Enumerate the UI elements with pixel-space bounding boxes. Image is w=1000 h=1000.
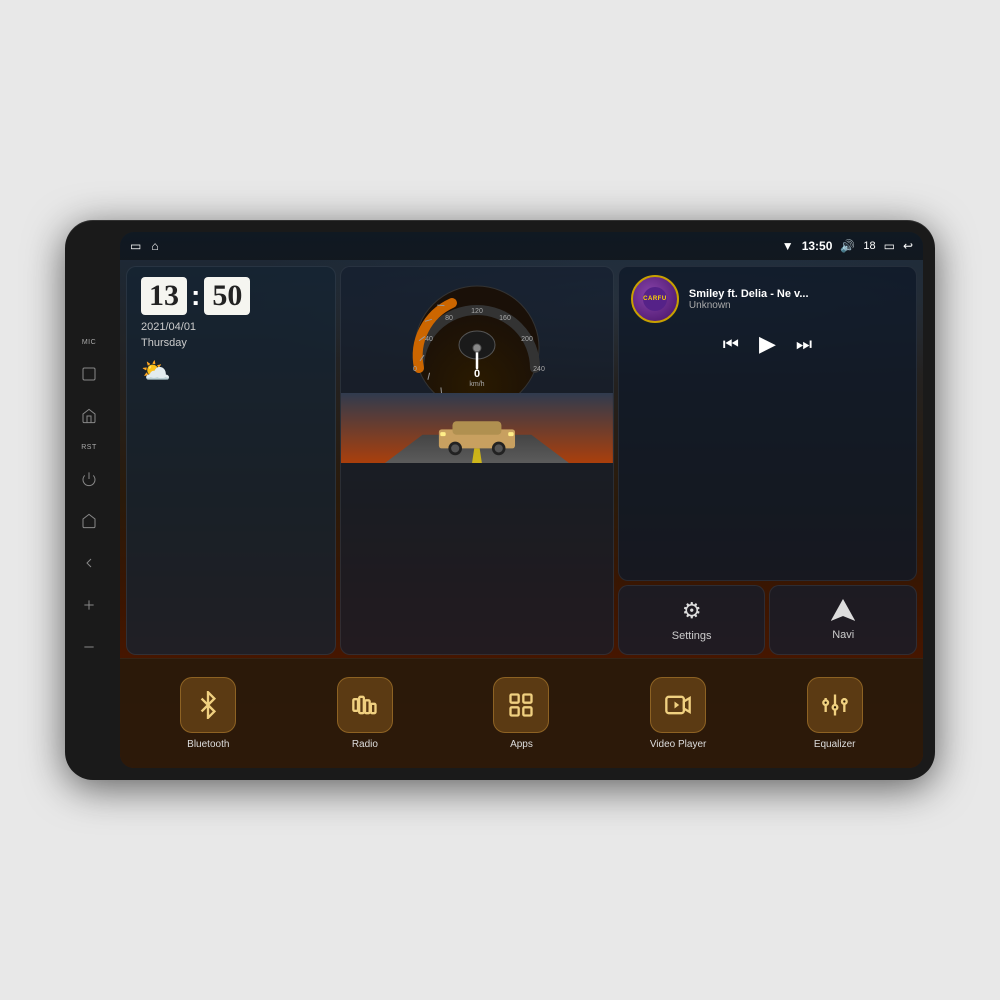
weather-icon: ⛅ [141,357,171,386]
clock-date: 2021/04/01 [141,321,321,333]
rst-label: RST [81,444,97,451]
navi-label: Navi [832,629,854,641]
home-btn[interactable] [75,402,103,430]
album-art: CARFU [631,275,679,323]
back-btn[interactable] [75,549,103,577]
radio-button[interactable]: Radio [287,677,444,750]
carfu-label: CARFU [643,296,667,302]
settings-icon: ⚙ [682,598,702,624]
music-area: CARFU Smiley ft. Delia - Ne v... Unknown… [618,266,917,655]
clock-hour: 13 [141,277,187,315]
radio-icon [351,691,379,719]
music-widget: CARFU Smiley ft. Delia - Ne v... Unknown… [618,266,917,581]
video-player-label: Video Player [650,739,707,750]
vol-up-btn[interactable] [75,591,103,619]
svg-text:km/h: km/h [469,381,484,388]
status-bar: ▭ ⌂ ▼ 13:50 🔊 18 ▭ ↩ [120,232,923,260]
recent-apps-icon[interactable]: ▭ [130,239,141,253]
main-content: 13 : 50 2021/04/01 Thursday ⛅ [120,260,923,768]
volume-level: 18 [863,240,875,252]
play-button[interactable]: ▶ [759,331,776,357]
bottom-bar: Bluetooth Radio [120,658,923,768]
clock-separator: : [191,280,200,312]
prev-button[interactable]: ⏮ [723,334,739,355]
screen: ▭ ⌂ ▼ 13:50 🔊 18 ▭ ↩ 13 : [120,232,923,768]
svg-text:80: 80 [445,315,453,322]
power-btn[interactable] [75,465,103,493]
clock-weather: ⛅ [141,357,321,386]
svg-text:120: 120 [471,308,483,315]
video-icon [664,691,692,719]
bluetooth-label: Bluetooth [187,739,229,750]
music-info: CARFU Smiley ft. Delia - Ne v... Unknown [631,275,904,323]
wifi-icon: ▼ [782,239,794,253]
svg-text:40: 40 [425,336,433,343]
svg-text:0: 0 [474,368,480,380]
music-text: Smiley ft. Delia - Ne v... Unknown [689,288,809,311]
bluetooth-button[interactable]: Bluetooth [130,677,287,750]
vol-down-btn[interactable] [75,633,103,661]
speedometer-widget: 0 40 80 120 160 200 240 [340,266,614,655]
svg-text:0: 0 [413,366,417,373]
mic-label: MIC [82,339,96,346]
home2-btn[interactable] [75,507,103,535]
home-status-icon[interactable]: ⌂ [151,239,158,253]
svg-text:200: 200 [521,336,533,343]
equalizer-icon-container [807,677,863,733]
svg-text:240: 240 [533,366,545,373]
settings-widget[interactable]: ⚙ Settings [618,585,766,655]
speedometer-gauge: 0 40 80 120 160 200 240 [397,273,557,393]
clock-minute: 50 [204,277,250,315]
widgets-row: 13 : 50 2021/04/01 Thursday ⛅ [120,260,923,658]
apps-icon-container [493,677,549,733]
status-time: 13:50 [802,239,833,253]
radio-icon-container [337,677,393,733]
navi-icon [831,599,855,623]
equalizer-icon [821,691,849,719]
apps-label: Apps [510,739,533,750]
equalizer-label: Equalizer [814,739,856,750]
navi-widget[interactable]: Navi [769,585,917,655]
window-btn[interactable] [75,360,103,388]
clock-widget: 13 : 50 2021/04/01 Thursday ⛅ [126,266,336,655]
bluetooth-icon [194,691,222,719]
car-head-unit: MIC RST ▭ ⌂ [65,220,935,780]
settings-navi-row: ⚙ Settings Navi [618,585,917,655]
equalizer-button[interactable]: Equalizer [756,677,913,750]
video-player-button[interactable]: Video Player [600,677,757,750]
music-title: Smiley ft. Delia - Ne v... [689,288,809,300]
apps-icon [507,691,535,719]
music-controls: ⏮ ▶ ⏭ [631,331,904,357]
settings-label: Settings [672,630,712,642]
window-status-icon: ▭ [884,239,895,253]
back-status-icon: ↩ [903,239,913,253]
side-controls: MIC RST [75,339,103,661]
apps-button[interactable]: Apps [443,677,600,750]
video-icon-container [650,677,706,733]
radio-label: Radio [352,739,378,750]
road-scene [341,393,613,463]
svg-text:160: 160 [499,315,511,322]
status-right: ▼ 13:50 🔊 18 ▭ ↩ [782,239,913,253]
music-artist: Unknown [689,300,809,311]
clock-display: 13 : 50 [141,277,321,315]
volume-icon: 🔊 [840,239,855,253]
next-button[interactable]: ⏭ [796,334,812,355]
album-art-inner: CARFU [643,287,667,311]
clock-day: Thursday [141,337,321,349]
status-left: ▭ ⌂ [130,239,159,253]
bluetooth-icon-container [180,677,236,733]
